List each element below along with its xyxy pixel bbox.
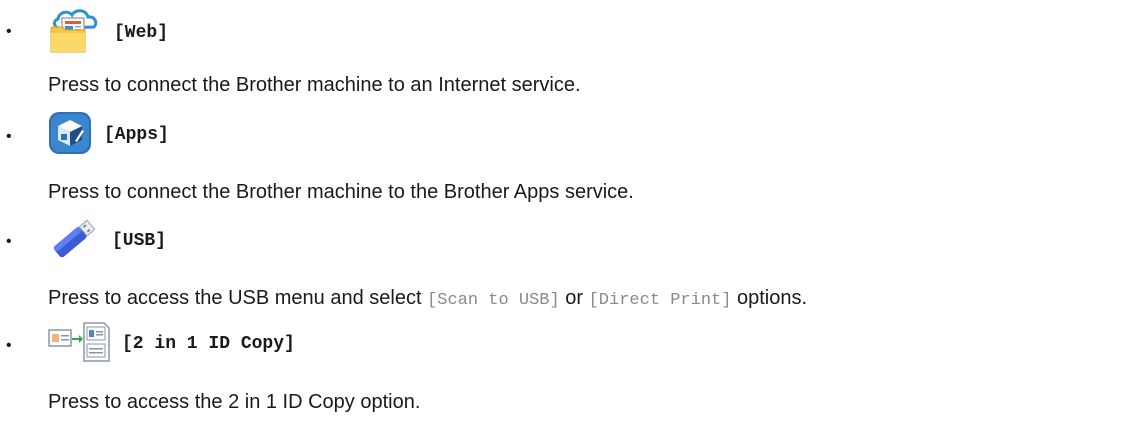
apps-cube-icon xyxy=(48,111,92,160)
id-copy-icon xyxy=(48,321,110,367)
item-description: Press to connect the Brother machine to … xyxy=(48,74,581,96)
item-title-row: [2 in 1 ID Copy] xyxy=(48,321,295,367)
bullet: • xyxy=(6,23,12,40)
desc-text: or xyxy=(559,287,589,309)
list-item-usb: • [USB] Press to access the USB menu and… xyxy=(0,212,1129,318)
list-item-web: • [Web] Press to connect the Brother mac… xyxy=(0,0,1129,106)
item-description: Press to access the 2 in 1 ID Copy optio… xyxy=(48,391,421,413)
item-label: [USB] xyxy=(112,231,167,251)
item-description: Press to access the USB menu and select … xyxy=(48,286,807,313)
item-description: Press to connect the Brother machine to … xyxy=(48,181,634,203)
item-title-row: [Apps] xyxy=(48,111,169,160)
bullet: • xyxy=(6,337,12,354)
item-label: [2 in 1 ID Copy] xyxy=(122,334,295,354)
feature-list: • [Web] Press to connect the Brother mac… xyxy=(0,0,1129,424)
bullet: • xyxy=(6,233,12,250)
item-title-row: [USB] xyxy=(48,218,166,264)
desc-text: options. xyxy=(731,287,808,309)
list-item-id-copy: • [2 in 1 ID Copy] Press to access the 2… xyxy=(0,318,1129,424)
scan-to-usb-option: [Scan to USB] xyxy=(427,291,560,310)
desc-text: Press to access the USB menu and select xyxy=(48,287,428,309)
web-folder-cloud-icon xyxy=(48,8,102,59)
item-label: [Apps] xyxy=(104,125,169,145)
direct-print-option: [Direct Print] xyxy=(588,291,732,310)
item-label: [Web] xyxy=(114,23,169,43)
bullet: • xyxy=(6,128,12,145)
usb-drive-icon xyxy=(48,216,100,267)
list-item-apps: • [Apps] Press to connect the Brother ma… xyxy=(0,106,1129,212)
item-title-row: [Web] xyxy=(48,8,169,59)
